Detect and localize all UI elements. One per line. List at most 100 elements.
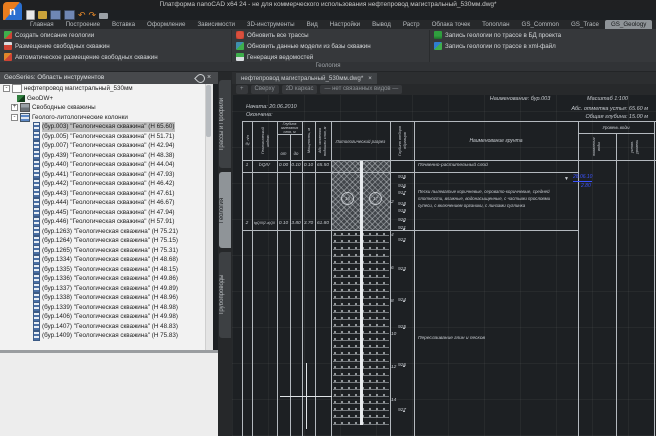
- write-geology-xml-button[interactable]: Запись геологии по трассе в xml-файл: [434, 41, 556, 51]
- visual-style-button[interactable]: 2D каркас: [282, 85, 318, 94]
- side-tab-trassy[interactable]: Трассы и Профили: [219, 80, 231, 168]
- tree-borehole-item[interactable]: (бур.1406) "Геологическая скважина" (Н 4…: [0, 312, 212, 322]
- soil-element-mark: 16: [341, 192, 354, 205]
- linked-views-button[interactable]: — нет связанных видов —: [320, 85, 402, 94]
- tree-borehole-item[interactable]: (бур.1264) "Геологическая скважина" (Н 7…: [0, 236, 212, 246]
- table-line: [242, 172, 578, 173]
- date-finished: Окончена:: [246, 112, 272, 118]
- new-file-icon[interactable]: [26, 10, 35, 20]
- table-line: [242, 121, 243, 436]
- tree-borehole-item[interactable]: (бур.1407) "Геологическая скважина" (Н 4…: [0, 322, 212, 332]
- cell-geo-index: bQIV: [252, 163, 277, 168]
- tree-borehole-item[interactable]: (бур.440) "Геологическая скважина" (Н 44…: [0, 160, 212, 170]
- borehole-icon: [33, 226, 40, 236]
- tree-borehole-item[interactable]: (бур.445) "Геологическая скважина" (Н 47…: [0, 208, 212, 218]
- auto-place-free-wells-icon: [4, 53, 12, 61]
- table-line: [290, 134, 291, 436]
- tree-item-columns-group[interactable]: - Геолого-литологические колонки: [0, 113, 212, 123]
- tree-borehole-item[interactable]: (бур.1339) "Геологическая скважина" (Н 4…: [0, 303, 212, 313]
- tree-borehole-item[interactable]: (бур.1338) "Геологическая скважина" (Н 4…: [0, 293, 212, 303]
- borehole-icon: [33, 236, 40, 246]
- borehole-icon: [33, 283, 40, 293]
- write-geology-db-button[interactable]: Запись геологии по трассе в БД проекта: [434, 30, 561, 40]
- ribbon-panel-geology: Создать описание геологии Размещение сво…: [0, 29, 656, 72]
- tree-borehole-item[interactable]: (бур.441) "Геологическая скважина" (Н 47…: [0, 170, 212, 180]
- place-free-wells-button[interactable]: Размещение свободных скважин: [4, 41, 110, 51]
- tree-root-item[interactable]: - нефтепровод магистральный_530мм: [0, 84, 212, 94]
- drawing-canvas[interactable]: Наименование: бур.003 Масштаб 1:100 Нача…: [232, 95, 656, 436]
- cell-num: 1: [242, 163, 252, 168]
- ribbon-tab[interactable]: Зависимости: [191, 20, 241, 29]
- ribbon-tab[interactable]: Вставка: [106, 20, 141, 29]
- ribbon-tab[interactable]: Построение: [60, 20, 106, 29]
- col-header-depth-group: Глубина залегания слоя, м: [277, 121, 302, 134]
- open-file-icon[interactable]: [38, 11, 47, 19]
- sample-mark: 925▲: [382, 325, 406, 330]
- tree-item-free-wells[interactable]: + Свободные скважины: [0, 103, 212, 113]
- tree-item-geodw[interactable]: GeoDW+: [0, 94, 212, 104]
- ribbon-tab[interactable]: Главная: [24, 20, 60, 29]
- tree-borehole-item[interactable]: (бур.442) "Геологическая скважина" (Н 46…: [0, 179, 212, 189]
- update-all-traces-button[interactable]: Обновить все трассы: [236, 30, 309, 40]
- collapse-toggle-icon[interactable]: -: [3, 85, 10, 92]
- soil-element-mark: 17: [369, 192, 382, 205]
- tree-borehole-item[interactable]: (бур.005) "Геологическая скважина" (Н 51…: [0, 132, 212, 142]
- ribbon-tab[interactable]: Вид: [301, 20, 324, 29]
- ribbon-tab[interactable]: Топоплан: [476, 20, 515, 29]
- close-tab-icon[interactable]: ×: [368, 73, 372, 84]
- tree-borehole-item[interactable]: (бур.444) "Геологическая скважина" (Н 46…: [0, 198, 212, 208]
- view-direction-button[interactable]: Сверху: [251, 85, 279, 94]
- tree-borehole-item[interactable]: (бур.1334) "Геологическая скважина" (Н 4…: [0, 255, 212, 265]
- depth-tick: 10: [391, 332, 396, 337]
- tree-borehole-item[interactable]: (бур.1263) "Геологическая скважина" (Н 7…: [0, 227, 212, 237]
- write-geology-db-icon: [434, 31, 442, 39]
- borehole-icon: [33, 141, 40, 151]
- close-panel-icon[interactable]: ×: [207, 74, 211, 82]
- ribbon-tab[interactable]: GS_Trace: [565, 20, 605, 29]
- update-model-from-db-button[interactable]: Обновить данные модели из базы скважин: [236, 41, 371, 51]
- expand-toggle-icon[interactable]: +: [11, 104, 18, 111]
- borehole-icon: [33, 198, 40, 208]
- save-all-icon[interactable]: [64, 10, 75, 20]
- ribbon-tab[interactable]: Облака точек: [426, 20, 477, 29]
- generate-reports-icon: [236, 53, 244, 61]
- document-tab[interactable]: нефтепровод магистральный_530мм.dwg* ×: [236, 73, 377, 84]
- ribbon-tab[interactable]: GS_Common: [516, 20, 565, 29]
- tree-borehole-item[interactable]: (бур.007) "Геологическая скважина" (Н 42…: [0, 141, 212, 151]
- generate-reports-button[interactable]: Генерация ведомостей: [236, 52, 313, 62]
- borehole-icon: [33, 169, 40, 179]
- date-started: Начата: 20.06.2010: [246, 104, 297, 110]
- sheet-scale: Масштаб 1:100: [587, 96, 628, 102]
- ribbon-tab[interactable]: 3D-инструменты: [241, 20, 301, 29]
- tree-scrollbar-thumb[interactable]: [206, 85, 211, 137]
- tree-borehole-item[interactable]: (бур.1409) "Геологическая скважина" (Н 7…: [0, 331, 212, 341]
- auto-place-free-wells-button[interactable]: Автоматическое размещение свободных сква…: [4, 52, 158, 62]
- borehole-shaft: [360, 161, 363, 425]
- tree-borehole-item[interactable]: (бур.003) "Геологическая скважина" (Н 65…: [0, 122, 212, 132]
- collapse-toggle-icon[interactable]: -: [11, 114, 18, 121]
- create-geology-button[interactable]: Создать описание геологии: [4, 30, 94, 40]
- tree-borehole-item[interactable]: (бур.443) "Геологическая скважина" (Н 47…: [0, 189, 212, 199]
- tree-borehole-item[interactable]: (бур.1335) "Геологическая скважина" (Н 4…: [0, 265, 212, 275]
- tree-borehole-item[interactable]: (бур.439) "Геологическая скважина" (Н 48…: [0, 151, 212, 161]
- print-icon[interactable]: [99, 13, 108, 19]
- tree-borehole-item[interactable]: (бур.1265) "Геологическая скважина" (Н 7…: [0, 246, 212, 256]
- borehole-icon: [33, 293, 40, 303]
- ribbon-tab[interactable]: Настройки: [324, 20, 366, 29]
- tree-borehole-item[interactable]: (бур.1337) "Геологическая скважина" (Н 4…: [0, 284, 212, 294]
- borehole-icon: [33, 160, 40, 170]
- col-header-abs-bottom: Абс. отметка подошвы слоя, м: [315, 122, 331, 160]
- side-tab-geology[interactable]: Геология: [219, 172, 231, 248]
- table-line: [390, 121, 391, 436]
- undo-icon[interactable]: ↶: [78, 11, 86, 19]
- side-tab-truboprovody[interactable]: Трубопроводы: [219, 252, 231, 338]
- ribbon-tab-gs-geology[interactable]: GS_Geology: [605, 20, 652, 29]
- redo-icon[interactable]: ↷: [89, 11, 97, 19]
- tree-borehole-item[interactable]: (бур.446) "Геологическая скважина" (Н 57…: [0, 217, 212, 227]
- tree-borehole-item[interactable]: (бур.1336) "Геологическая скважина" (Н 4…: [0, 274, 212, 284]
- ribbon-tab[interactable]: Вывод: [366, 20, 397, 29]
- save-icon[interactable]: [50, 10, 61, 20]
- add-view-button[interactable]: +: [236, 85, 248, 94]
- ribbon-tab[interactable]: Растр: [397, 20, 426, 29]
- ribbon-tab[interactable]: Оформление: [141, 20, 191, 29]
